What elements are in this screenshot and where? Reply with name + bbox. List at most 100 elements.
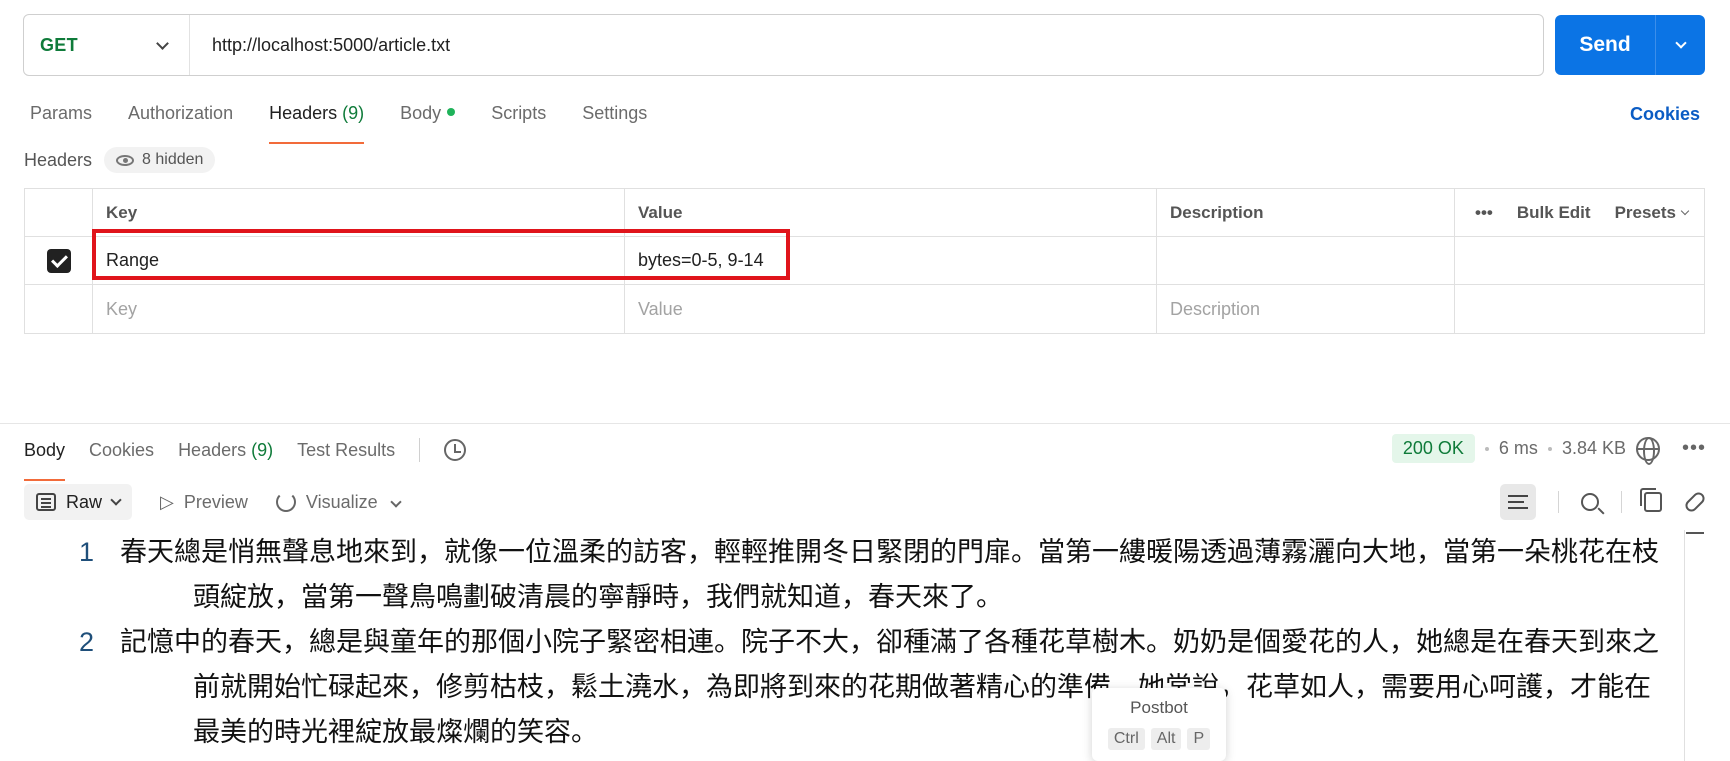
header-key-cell[interactable]: Range xyxy=(93,237,625,284)
hidden-headers-toggle[interactable]: 8 hidden xyxy=(104,147,216,173)
divider xyxy=(1621,491,1622,513)
row-check-cell xyxy=(25,285,93,333)
separator-dot xyxy=(1484,446,1489,451)
tab-authorization[interactable]: Authorization xyxy=(128,103,233,144)
response-tab-headers[interactable]: Headers (9) xyxy=(178,440,273,481)
tab-label: Headers xyxy=(269,103,338,123)
visualize-button[interactable]: Visualize xyxy=(275,491,378,513)
editor-scrollbar[interactable] xyxy=(1684,530,1700,761)
new-description-input[interactable]: Description xyxy=(1157,285,1455,333)
line-number: 1 xyxy=(78,537,94,567)
text-format-icon xyxy=(36,493,56,511)
chevron-down-icon xyxy=(1680,206,1690,215)
column-header-description: Description xyxy=(1157,189,1455,236)
response-tab-cookies[interactable]: Cookies xyxy=(89,440,154,481)
format-label: Raw xyxy=(66,491,103,512)
chevron-down-icon xyxy=(110,494,122,506)
url-bar: GET xyxy=(23,14,1544,76)
header-value-cell[interactable]: bytes=0-5, 9-14 xyxy=(625,237,1157,284)
table-header-row: Key Value Description ••• Bulk Edit Pres… xyxy=(25,189,1704,237)
play-icon: ▷ xyxy=(160,491,174,512)
send-button[interactable]: Send xyxy=(1555,15,1656,75)
more-options-icon[interactable]: ••• xyxy=(1475,203,1493,223)
search-icon[interactable] xyxy=(1581,493,1599,511)
line-text: 記憶中的春天，總是與童年的那個小院子緊密相連。院子不大，卻種滿了各種花草樹木。奶… xyxy=(120,627,1659,748)
tooltip-title: Postbot xyxy=(1130,698,1188,717)
header-check-cell xyxy=(25,189,93,236)
presets-dropdown[interactable]: Presets xyxy=(1614,202,1690,223)
code-line: 1 春天總是悄無聲息地來到，就像一位溫柔的訪客，輕輕推開冬日緊閉的門扉。當第一縷… xyxy=(0,530,1684,620)
new-value-input[interactable]: Value xyxy=(625,285,1157,333)
tab-label: Body xyxy=(400,103,442,123)
visualize-dropdown[interactable] xyxy=(389,493,402,511)
headers-table: Key Value Description ••• Bulk Edit Pres… xyxy=(24,188,1705,334)
headers-subheader: Headers 8 hidden xyxy=(24,147,216,173)
wrap-icon xyxy=(1508,495,1528,509)
scrollbar-marker xyxy=(1686,532,1704,534)
response-time[interactable]: 6 ms xyxy=(1499,438,1538,459)
response-body-editor[interactable]: 1 春天總是悄無聲息地來到，就像一位溫柔的訪客，輕輕推開冬日緊閉的門扉。當第一縷… xyxy=(0,530,1684,761)
tab-scripts[interactable]: Scripts xyxy=(491,103,546,144)
globe-icon[interactable] xyxy=(1635,436,1660,465)
tab-label: Authorization xyxy=(128,103,234,123)
divider xyxy=(419,438,421,462)
response-size[interactable]: 3.84 KB xyxy=(1562,438,1626,459)
presets-label: Presets xyxy=(1614,202,1676,222)
more-options-icon[interactable]: ••• xyxy=(1682,437,1706,460)
scrollbar-thumb[interactable] xyxy=(1684,530,1698,761)
chevron-down-icon xyxy=(1674,37,1687,49)
table-actions: ••• Bulk Edit Presets xyxy=(1455,189,1704,236)
response-actions xyxy=(1500,484,1708,520)
response-tab-body[interactable]: Body xyxy=(24,440,66,481)
copy-icon[interactable] xyxy=(1640,488,1662,512)
method-label: GET xyxy=(40,34,78,55)
divider xyxy=(1558,491,1559,513)
bulk-edit-button[interactable]: Bulk Edit xyxy=(1517,203,1591,223)
tab-settings[interactable]: Settings xyxy=(582,103,647,144)
table-row-new: Key Value Description xyxy=(25,285,1704,333)
format-dropdown[interactable]: Raw xyxy=(24,484,133,520)
status-badge[interactable]: 200 OK xyxy=(1391,434,1475,463)
chevron-down-icon xyxy=(389,496,402,508)
send-options-button[interactable] xyxy=(1656,15,1705,75)
link-icon[interactable] xyxy=(1682,489,1708,515)
tab-params[interactable]: Params xyxy=(30,103,92,144)
visualize-icon xyxy=(275,492,296,512)
shortcut-key: Alt xyxy=(1150,728,1182,750)
header-description-cell[interactable] xyxy=(1157,237,1455,284)
chevron-down-icon xyxy=(156,36,169,50)
body-indicator-dot xyxy=(447,108,456,116)
preview-label: Preview xyxy=(183,491,248,512)
tab-label: Settings xyxy=(582,103,648,123)
tab-body[interactable]: Body xyxy=(400,103,456,144)
pane-divider[interactable] xyxy=(0,423,1730,424)
request-tabs: Params Authorization Headers (9) Body Sc… xyxy=(30,103,647,144)
method-select[interactable]: GET xyxy=(24,15,190,75)
cookies-link[interactable]: Cookies xyxy=(1630,104,1700,125)
preview-button[interactable]: ▷ Preview xyxy=(160,492,248,513)
enabled-checkbox[interactable] xyxy=(46,248,71,273)
send-group: Send xyxy=(1555,15,1705,75)
response-tab-test-results[interactable]: Test Results xyxy=(297,440,395,481)
history-icon[interactable] xyxy=(444,439,467,461)
code-line: 2 記憶中的春天，總是與童年的那個小院子緊密相連。院子不大，卻種滿了各種花草樹木… xyxy=(0,620,1684,755)
separator-dot xyxy=(1547,446,1552,451)
response-meta: 200 OK 6 ms 3.84 KB ••• xyxy=(1391,434,1706,465)
tab-label: Headers xyxy=(178,439,247,460)
column-header-key: Key xyxy=(93,189,625,236)
shortcut-key: P xyxy=(1187,728,1211,750)
tab-headers[interactable]: Headers (9) xyxy=(269,103,365,144)
headers-title: Headers xyxy=(24,149,93,170)
tab-label: Scripts xyxy=(491,103,547,123)
tab-count: (9) xyxy=(342,103,365,123)
row-check-cell xyxy=(25,237,93,284)
new-key-input[interactable]: Key xyxy=(93,285,625,333)
url-input[interactable] xyxy=(190,15,1543,75)
column-header-value: Value xyxy=(625,189,1157,236)
row-actions-cell xyxy=(1455,285,1704,333)
eye-icon xyxy=(116,154,135,166)
tab-label: Params xyxy=(30,103,93,123)
wrap-lines-button[interactable] xyxy=(1500,484,1536,520)
visualize-label: Visualize xyxy=(305,491,378,512)
row-actions-cell xyxy=(1455,237,1704,284)
